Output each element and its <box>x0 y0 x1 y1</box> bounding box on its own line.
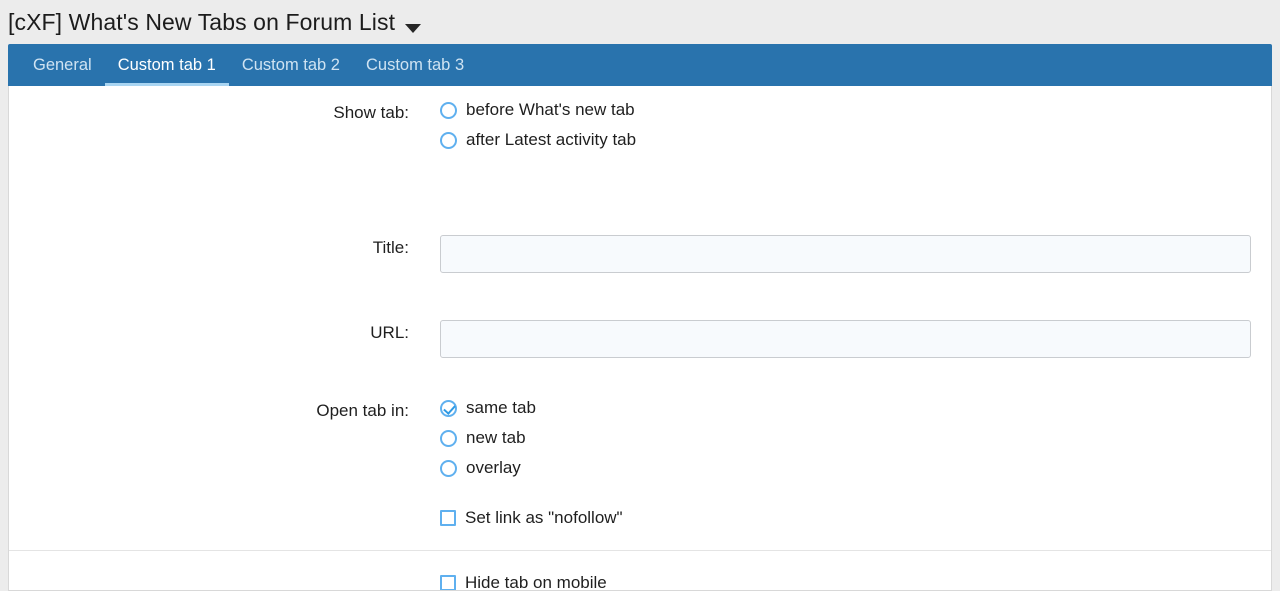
form-row-show-tab: Show tab: before What's new tab after La… <box>9 86 1271 216</box>
radio-checked-icon[interactable] <box>440 400 457 417</box>
radio-option-before-whats-new[interactable]: before What's new tab <box>440 100 1251 120</box>
form-card: Show tab: before What's new tab after La… <box>8 86 1272 591</box>
label-show-tab: Show tab: <box>9 86 426 216</box>
tab-custom-tab-1[interactable]: Custom tab 1 <box>105 44 229 86</box>
form-row-url: URL: <box>9 301 1271 386</box>
tab-custom-tab-2[interactable]: Custom tab 2 <box>229 44 353 86</box>
field-hide-on-mobile: Hide tab on mobile <box>426 551 1271 591</box>
tab-general[interactable]: General <box>20 44 105 86</box>
checkbox-option-nofollow[interactable]: Set link as "nofollow" <box>440 508 1251 528</box>
url-input[interactable] <box>440 320 1251 358</box>
spacer <box>440 160 1251 202</box>
form-row-nofollow: Set link as "nofollow" <box>9 478 1271 550</box>
chevron-down-icon[interactable] <box>405 24 421 33</box>
radio-option-same-tab[interactable]: same tab <box>440 398 1251 418</box>
label-title: Title: <box>9 216 426 301</box>
checkbox-icon[interactable] <box>440 510 456 526</box>
checkbox-option-hide-on-mobile[interactable]: Hide tab on mobile <box>440 573 1251 591</box>
radio-option-overlay[interactable]: overlay <box>440 458 1251 478</box>
checkbox-option-label: Set link as "nofollow" <box>465 508 623 528</box>
field-show-tab: before What's new tab after Latest activ… <box>426 86 1271 216</box>
radio-option-after-latest-activity[interactable]: after Latest activity tab <box>440 130 1251 150</box>
label-nofollow-empty <box>9 478 426 550</box>
radio-option-label: before What's new tab <box>466 100 635 120</box>
radio-icon[interactable] <box>440 102 457 119</box>
field-title <box>426 216 1271 301</box>
label-hide-on-mobile-empty <box>9 551 426 591</box>
label-open-tab-in: Open tab in: <box>9 386 426 478</box>
form-row-open-tab-in: Open tab in: same tab new tab overlay <box>9 386 1271 478</box>
field-open-tab-in: same tab new tab overlay <box>426 386 1271 478</box>
page-body: Show tab: before What's new tab after La… <box>0 86 1280 591</box>
tabbar-wrapper: General Custom tab 1 Custom tab 2 Custom… <box>0 44 1280 86</box>
page-title-text: [cXF] What's New Tabs on Forum List <box>8 9 395 35</box>
field-nofollow: Set link as "nofollow" <box>426 478 1271 550</box>
form-row-title: Title: <box>9 216 1271 301</box>
tab-custom-tab-3[interactable]: Custom tab 3 <box>353 44 477 86</box>
form-rows: Show tab: before What's new tab after La… <box>9 86 1271 591</box>
radio-option-new-tab[interactable]: new tab <box>440 428 1251 448</box>
title-input[interactable] <box>440 235 1251 273</box>
page-header: [cXF] What's New Tabs on Forum List <box>0 0 1280 44</box>
radio-option-label: same tab <box>466 398 536 418</box>
radio-option-label: after Latest activity tab <box>466 130 636 150</box>
radio-option-label: new tab <box>466 428 526 448</box>
radio-option-label: overlay <box>466 458 521 478</box>
form-row-hide-on-mobile: Hide tab on mobile <box>9 550 1271 591</box>
checkbox-icon[interactable] <box>440 575 456 591</box>
radio-icon[interactable] <box>440 132 457 149</box>
radio-icon[interactable] <box>440 460 457 477</box>
field-url <box>426 301 1271 386</box>
tabbar: General Custom tab 1 Custom tab 2 Custom… <box>8 44 1272 86</box>
page-title: [cXF] What's New Tabs on Forum List <box>8 9 421 36</box>
checkbox-option-label: Hide tab on mobile <box>465 573 607 591</box>
radio-icon[interactable] <box>440 430 457 447</box>
label-url: URL: <box>9 301 426 386</box>
